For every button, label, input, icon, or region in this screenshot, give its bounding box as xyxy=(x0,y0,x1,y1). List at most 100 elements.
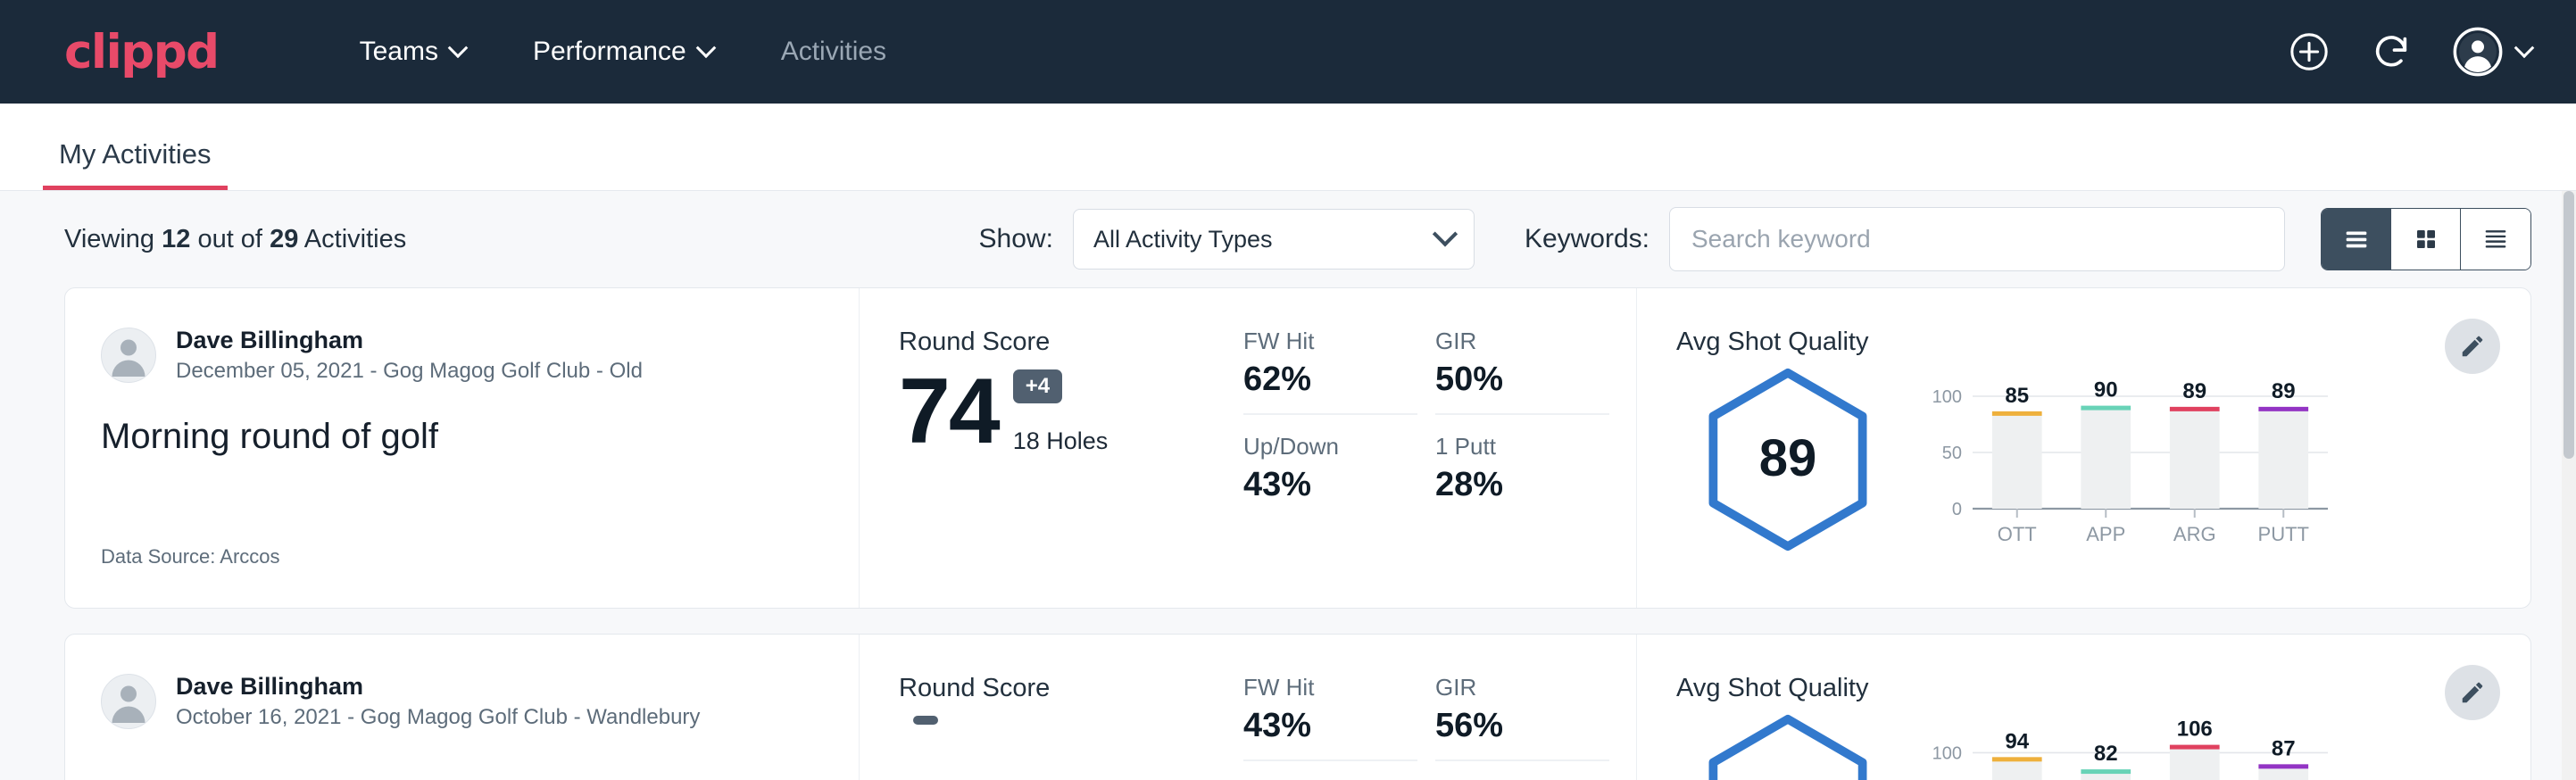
stat-value: 43% xyxy=(1243,707,1417,745)
bar-cap-APP xyxy=(2081,769,2131,774)
view-toggle-compact[interactable] xyxy=(2461,209,2530,270)
activity-meta: October 16, 2021 - Gog Magog Golf Club -… xyxy=(176,706,700,729)
svg-text:0: 0 xyxy=(1952,500,1962,519)
shot-quality-chart: 05010094OTT82APP106ARG87PUTT xyxy=(1899,712,2495,780)
main-nav: Teams Performance Activities xyxy=(326,37,920,67)
compact-view-icon xyxy=(2480,224,2511,254)
edit-activity-button[interactable] xyxy=(2445,319,2500,374)
app-header: clippd Teams Performance Activities xyxy=(0,0,2576,104)
stat-label: GIR xyxy=(1435,328,1609,355)
chevron-down-icon xyxy=(695,37,716,58)
stat-label: FW Hit xyxy=(1243,328,1417,355)
page-scrollbar[interactable] xyxy=(2562,191,2576,780)
avatar xyxy=(101,328,156,383)
viewing-mid: out of xyxy=(197,225,262,253)
bar-cap-ARG xyxy=(2170,407,2220,411)
header-actions xyxy=(2289,27,2531,77)
nav-item-label: Activities xyxy=(781,37,886,67)
quality-hexagon: 89 xyxy=(1676,366,1899,553)
shot-quality-chart: 05010085OTT90APP89ARG89PUTT xyxy=(1899,366,2495,553)
activity-data-source: Data Source: Arccos xyxy=(101,545,823,568)
app-logo[interactable]: clippd xyxy=(64,29,219,76)
bar-value-APP: 90 xyxy=(2094,378,2118,402)
avg-shot-quality-section: Avg Shot Quality 89 05010085OTT90APP89AR… xyxy=(1636,288,2530,608)
bar-cap-PUTT xyxy=(2258,764,2308,768)
bar-ARG xyxy=(2170,747,2220,780)
viewing-summary: Viewing 12 out of 29 Activities xyxy=(64,225,406,254)
bar-ARG xyxy=(2170,409,2220,509)
nav-item-teams[interactable]: Teams xyxy=(326,37,499,67)
quality-hexagon xyxy=(1676,712,1899,780)
account-avatar-icon xyxy=(2453,27,2503,77)
viewing-suffix: Activities xyxy=(304,225,406,253)
stat-fw-hit: FW Hit 43% xyxy=(1243,674,1417,761)
show-label: Show: xyxy=(979,224,1053,254)
pencil-icon xyxy=(2459,679,2486,706)
bar-PUTT xyxy=(2258,409,2308,509)
bar-chart-svg: 05010094OTT82APP106ARG87PUTT xyxy=(1917,712,2337,780)
add-circle-icon[interactable] xyxy=(2289,31,2330,72)
nav-item-performance[interactable]: Performance xyxy=(499,37,747,67)
quality-score: 89 xyxy=(1759,428,1817,488)
bar-cap-PUTT xyxy=(2258,407,2308,411)
viewing-prefix: Viewing xyxy=(64,225,154,253)
activity-title: Morning round of golf xyxy=(101,417,823,457)
grid-view-icon xyxy=(2413,226,2439,253)
stat-fw-hit: FW Hit 62% xyxy=(1243,328,1417,415)
activity-card[interactable]: Dave Billingham December 05, 2021 - Gog … xyxy=(64,287,2531,609)
stat-value: 50% xyxy=(1435,361,1609,399)
refresh-icon[interactable] xyxy=(2371,31,2412,72)
search-input[interactable] xyxy=(1669,207,2285,271)
round-score-label: Round Score xyxy=(899,328,1243,357)
filter-bar: Viewing 12 out of 29 Activities Show: Al… xyxy=(0,191,2576,287)
stat-label: Up/Down xyxy=(1243,433,1417,461)
bar-category-PUTT: PUTT xyxy=(2258,523,2309,545)
view-toggle-grid[interactable] xyxy=(2391,209,2461,270)
viewing-count: 12 xyxy=(162,225,190,253)
view-toggle-group xyxy=(2321,208,2531,270)
stat-label: 1 Putt xyxy=(1435,433,1609,461)
round-score-section: Round Score 74 +4 18 Holes xyxy=(860,288,1243,608)
chevron-down-icon xyxy=(1433,221,1458,246)
stat-gir: GIR 50% xyxy=(1435,328,1609,415)
stat-value: 43% xyxy=(1243,466,1417,504)
bar-value-APP: 82 xyxy=(2094,742,2118,766)
stat-value: 28% xyxy=(1435,466,1609,504)
score-differential-badge: +4 xyxy=(1013,369,1062,403)
tab-bar: My Activities xyxy=(0,104,2576,191)
viewing-total: 29 xyxy=(270,225,298,253)
avatar xyxy=(101,674,156,729)
activity-card[interactable]: Dave Billingham October 16, 2021 - Gog M… xyxy=(64,634,2531,780)
bar-value-PUTT: 87 xyxy=(2272,736,2296,760)
bar-OTT xyxy=(1992,759,2042,780)
player-name: Dave Billingham xyxy=(176,674,700,701)
activity-info: Dave Billingham October 16, 2021 - Gog M… xyxy=(65,635,860,780)
list-view-icon xyxy=(2341,224,2372,254)
round-score-section: Round Score xyxy=(860,635,1243,780)
tab-my-activities[interactable]: My Activities xyxy=(43,140,228,190)
stat-gir: GIR 56% xyxy=(1435,674,1609,761)
view-toggle-list[interactable] xyxy=(2322,209,2391,270)
activity-type-value: All Activity Types xyxy=(1093,226,1436,253)
activity-card-list: Dave Billingham December 05, 2021 - Gog … xyxy=(0,287,2576,780)
bar-cap-ARG xyxy=(2170,745,2220,750)
keywords-label: Keywords: xyxy=(1525,224,1649,254)
nav-item-activities[interactable]: Activities xyxy=(747,37,920,67)
filter-controls: Show: All Activity Types Keywords: xyxy=(979,207,2531,271)
bar-chart-svg: 05010085OTT90APP89ARG89PUTT xyxy=(1917,366,2337,553)
account-menu[interactable] xyxy=(2453,27,2531,77)
bar-OTT xyxy=(1992,413,2042,509)
edit-activity-button[interactable] xyxy=(2445,665,2500,720)
bar-value-OTT: 94 xyxy=(2005,729,2029,753)
scrollbar-thumb[interactable] xyxy=(2564,191,2574,459)
bar-category-OTT: OTT xyxy=(1998,523,2037,545)
bar-category-ARG: ARG xyxy=(2173,523,2216,545)
bar-cap-APP xyxy=(2081,406,2131,411)
avg-shot-quality-label: Avg Shot Quality xyxy=(1676,328,2495,357)
svg-text:100: 100 xyxy=(1932,387,1962,407)
round-stats-grid: FW Hit 43% GIR 56% xyxy=(1243,635,1636,780)
activity-type-select[interactable]: All Activity Types xyxy=(1073,209,1475,270)
player-name: Dave Billingham xyxy=(176,328,643,354)
avg-shot-quality-section: Avg Shot Quality 05010094OTT82APP106ARG8… xyxy=(1636,635,2530,780)
stat-up-down: Up/Down 43% xyxy=(1243,433,1417,519)
